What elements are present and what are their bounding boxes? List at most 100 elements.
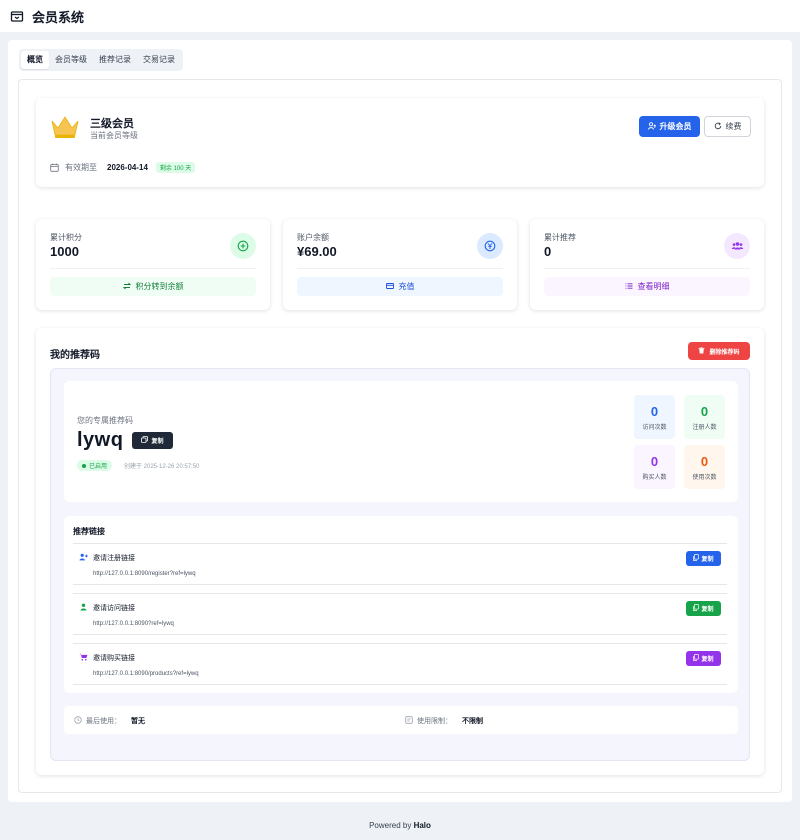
footer-prefix: Powered by xyxy=(369,821,412,830)
renew-button[interactable]: 续费 xyxy=(704,116,751,137)
metric-value: 0 xyxy=(650,403,659,419)
card-icon xyxy=(385,282,394,292)
copy-icon xyxy=(141,436,149,445)
link-url[interactable]: http://127.0.0.1:8090/products?ref=lywq xyxy=(93,671,199,677)
list-icon xyxy=(624,282,633,292)
calendar-icon xyxy=(50,163,59,172)
link-url[interactable]: http://127.0.0.1:8090/register?ref=lywq xyxy=(93,571,196,577)
user-plus-icon xyxy=(79,553,88,563)
status-text: 已启用 xyxy=(89,464,108,470)
top-bar: 会员系统 xyxy=(0,0,800,32)
referral-card: 我的推荐码 删除推荐码 您的专属推荐码 lywq 复制 已启用 创建于 2025… xyxy=(36,328,764,775)
convert-points-button[interactable]: 积分转到余额 xyxy=(50,277,256,296)
upgrade-label: 升级会员 xyxy=(659,122,692,131)
plus-circle-icon xyxy=(230,233,256,259)
delete-referral-label: 删除推荐码 xyxy=(709,349,740,356)
metric-registrations: 0 注册人数 xyxy=(684,395,725,439)
stat-label: 累计推荐 xyxy=(544,233,576,242)
member-card: 三级会员 当前会员等级 升级会员 续费 有效期至 2026-04-14 剩余 1… xyxy=(36,98,764,187)
trash-icon xyxy=(698,346,705,356)
last-used-label: 最后使用： xyxy=(86,718,121,725)
metric-uses: 0 使用次数 xyxy=(684,445,725,489)
referral-code: lywq xyxy=(77,429,124,451)
link-row-register: 邀请注册链接 http://127.0.0.1:8090/register?re… xyxy=(73,543,727,585)
copy-code-button[interactable]: 复制 xyxy=(132,432,173,449)
stat-label: 累计积分 xyxy=(50,233,82,242)
user-icon xyxy=(79,603,88,613)
expiry-date: 2026-04-14 xyxy=(107,163,148,172)
metric-value: 0 xyxy=(650,453,659,469)
yen-icon xyxy=(477,233,503,259)
referrals-card: 累计推荐 0 查看明细 xyxy=(530,219,764,310)
metric-value: 0 xyxy=(700,453,709,469)
user-up-icon xyxy=(647,121,656,132)
usage-limit-value: 不限制 xyxy=(462,718,483,725)
expiry-label: 有效期至 xyxy=(65,163,97,172)
copy-icon xyxy=(693,554,700,563)
view-details-label: 查看明细 xyxy=(637,282,670,291)
footer-brand[interactable]: Halo xyxy=(414,821,431,830)
box-icon xyxy=(10,9,24,23)
tab-transactions[interactable]: 交易记录 xyxy=(137,51,181,69)
clock-icon xyxy=(74,716,82,726)
link-row-purchase: 邀请购买链接 http://127.0.0.1:8090/products?re… xyxy=(73,643,727,685)
metric-label: 注册人数 xyxy=(692,424,717,431)
divider xyxy=(544,268,750,269)
status-badge: 已启用 xyxy=(77,460,113,471)
metric-label: 使用次数 xyxy=(692,474,717,481)
stat-value: 1000 xyxy=(50,244,79,259)
links-title: 推荐链接 xyxy=(73,527,105,536)
link-name: 邀请购买链接 xyxy=(79,653,135,663)
copy-icon xyxy=(693,654,700,663)
upgrade-button[interactable]: 升级会员 xyxy=(639,116,700,137)
last-used-value: 暂无 xyxy=(131,718,145,725)
link-url[interactable]: http://127.0.0.1:8090?ref=lywq xyxy=(93,621,174,627)
divider xyxy=(50,268,256,269)
copy-visit-link-button[interactable]: 复制 xyxy=(686,601,721,616)
copy-register-link-button[interactable]: 复制 xyxy=(686,551,721,566)
tab-member-levels[interactable]: 会员等级 xyxy=(49,51,93,69)
code-caption: 您的专属推荐码 xyxy=(77,416,133,425)
link-name-text: 邀请购买链接 xyxy=(93,655,135,662)
delete-referral-button[interactable]: 删除推荐码 xyxy=(688,342,750,360)
usage-limit-label: 使用限制： xyxy=(417,718,452,725)
crown-icon xyxy=(50,114,80,140)
divider xyxy=(297,268,503,269)
metric-label: 访问次数 xyxy=(642,424,667,431)
created-time: 创建于 2025-12-26 20:57:50 xyxy=(124,464,200,470)
convert-points-label: 积分转到余额 xyxy=(135,282,184,291)
swap-icon xyxy=(122,282,131,292)
tab-overview[interactable]: 概览 xyxy=(21,51,49,69)
usage-limit: 使用限制： 不限制 xyxy=(405,716,483,726)
footer: Powered by Halo xyxy=(0,821,800,830)
tab-referral-records[interactable]: 推荐记录 xyxy=(93,51,137,69)
copy-purchase-link-button[interactable]: 复制 xyxy=(686,651,721,666)
app-title: 会员系统 xyxy=(32,9,85,25)
recharge-label: 充值 xyxy=(398,282,415,291)
member-level: 三级会员 xyxy=(90,118,134,130)
copy-label: 复制 xyxy=(701,657,714,663)
points-card: 累计积分 1000 积分转到余额 xyxy=(36,219,270,310)
last-used: 最后使用： 暂无 xyxy=(74,716,145,726)
status-dot xyxy=(82,463,86,468)
recharge-button[interactable]: 充值 xyxy=(297,277,503,296)
stat-value: 0 xyxy=(544,244,552,259)
refresh-icon xyxy=(714,121,722,132)
usage-info: 最后使用： 暂无 使用限制： 不限制 xyxy=(64,706,738,734)
copy-icon xyxy=(693,604,700,613)
copy-code-label: 复制 xyxy=(151,439,164,445)
metric-value: 0 xyxy=(700,403,709,419)
limit-icon xyxy=(405,716,413,726)
copy-label: 复制 xyxy=(701,557,714,563)
metric-label: 购买人数 xyxy=(642,474,667,481)
referral-links-box: 推荐链接 邀请注册链接 http://127.0.0.1:8090/regist… xyxy=(64,516,738,693)
stat-label: 账户余额 xyxy=(297,233,329,242)
link-name: 邀请访问链接 xyxy=(79,603,135,613)
renew-label: 续费 xyxy=(725,122,742,131)
link-name-text: 邀请访问链接 xyxy=(93,605,135,612)
link-name-text: 邀请注册链接 xyxy=(93,555,135,562)
users-icon xyxy=(724,233,750,259)
stat-value: ¥69.00 xyxy=(297,244,337,259)
view-details-button[interactable]: 查看明细 xyxy=(544,277,750,296)
balance-card: 账户余额 ¥69.00 充值 xyxy=(283,219,517,310)
